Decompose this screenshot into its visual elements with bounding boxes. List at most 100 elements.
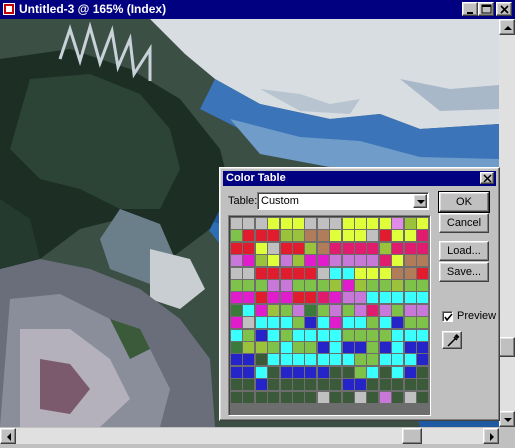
color-swatch[interactable]	[268, 292, 280, 304]
color-swatch[interactable]	[417, 267, 428, 279]
color-swatch[interactable]	[330, 304, 342, 316]
color-swatch[interactable]	[317, 280, 329, 291]
color-swatch[interactable]	[317, 342, 329, 353]
color-swatch[interactable]	[392, 267, 404, 279]
color-swatch[interactable]	[305, 280, 317, 291]
color-swatch[interactable]	[379, 230, 391, 242]
color-swatch[interactable]	[293, 391, 304, 403]
color-swatch[interactable]	[255, 292, 267, 304]
color-swatch[interactable]	[231, 342, 242, 353]
color-swatch[interactable]	[305, 292, 317, 304]
minimize-button[interactable]	[462, 2, 478, 16]
color-swatch[interactable]	[231, 329, 242, 341]
color-swatch[interactable]	[330, 242, 342, 254]
color-swatch[interactable]	[417, 292, 428, 304]
color-swatch[interactable]	[268, 218, 280, 229]
color-swatch[interactable]	[404, 354, 416, 366]
color-swatch[interactable]	[305, 366, 317, 378]
color-swatch[interactable]	[317, 317, 329, 329]
color-swatch[interactable]	[342, 230, 354, 242]
close-button[interactable]	[496, 2, 512, 16]
color-swatch[interactable]	[404, 329, 416, 341]
color-swatch[interactable]	[243, 379, 255, 391]
color-swatch[interactable]	[243, 218, 255, 229]
color-swatch[interactable]	[231, 280, 242, 291]
color-swatch[interactable]	[417, 280, 428, 291]
color-swatch[interactable]	[280, 354, 292, 366]
color-swatch[interactable]	[255, 218, 267, 229]
color-swatch[interactable]	[379, 304, 391, 316]
color-swatch[interactable]	[417, 317, 428, 329]
color-swatch[interactable]	[317, 242, 329, 254]
color-swatch[interactable]	[317, 267, 329, 279]
color-swatch[interactable]	[379, 242, 391, 254]
color-swatch[interactable]	[392, 304, 404, 316]
color-swatch[interactable]	[379, 317, 391, 329]
color-swatch[interactable]	[280, 379, 292, 391]
color-swatch[interactable]	[367, 267, 379, 279]
color-swatch[interactable]	[280, 329, 292, 341]
color-swatch[interactable]	[330, 317, 342, 329]
color-swatch[interactable]	[330, 379, 342, 391]
color-swatch[interactable]	[255, 230, 267, 242]
color-swatch[interactable]	[417, 391, 428, 403]
color-swatch[interactable]	[243, 255, 255, 267]
color-swatch[interactable]	[330, 391, 342, 403]
color-swatch[interactable]	[417, 230, 428, 242]
color-swatch[interactable]	[392, 317, 404, 329]
color-swatch[interactable]	[330, 342, 342, 353]
color-swatch[interactable]	[317, 218, 329, 229]
color-swatch[interactable]	[367, 317, 379, 329]
eyedropper-button[interactable]	[442, 331, 462, 349]
color-swatch[interactable]	[342, 280, 354, 291]
color-swatch[interactable]	[293, 366, 304, 378]
color-swatch[interactable]	[392, 280, 404, 291]
color-swatch[interactable]	[243, 366, 255, 378]
color-swatch[interactable]	[280, 267, 292, 279]
color-swatch[interactable]	[392, 342, 404, 353]
color-swatch[interactable]	[342, 304, 354, 316]
color-swatch[interactable]	[255, 354, 267, 366]
color-swatch[interactable]	[379, 255, 391, 267]
preview-checkbox-box[interactable]	[442, 311, 453, 322]
color-swatch[interactable]	[417, 366, 428, 378]
color-swatch[interactable]	[367, 218, 379, 229]
color-swatch[interactable]	[231, 391, 242, 403]
color-swatch[interactable]	[317, 304, 329, 316]
color-swatch[interactable]	[404, 366, 416, 378]
color-swatch[interactable]	[355, 379, 366, 391]
color-swatch[interactable]	[293, 329, 304, 341]
color-swatch[interactable]	[305, 304, 317, 316]
color-swatch[interactable]	[404, 304, 416, 316]
color-swatch[interactable]	[379, 354, 391, 366]
color-swatch[interactable]	[417, 342, 428, 353]
color-swatch[interactable]	[330, 329, 342, 341]
color-swatch[interactable]	[404, 280, 416, 291]
color-swatch[interactable]	[243, 391, 255, 403]
color-swatch[interactable]	[367, 280, 379, 291]
color-swatch[interactable]	[355, 230, 366, 242]
color-swatch[interactable]	[280, 292, 292, 304]
color-swatch[interactable]	[317, 230, 329, 242]
vertical-scroll-thumb[interactable]	[499, 337, 515, 357]
color-swatch[interactable]	[243, 317, 255, 329]
color-swatch[interactable]	[280, 317, 292, 329]
color-swatch[interactable]	[355, 255, 366, 267]
color-swatch[interactable]	[243, 354, 255, 366]
color-swatch[interactable]	[243, 230, 255, 242]
color-swatch[interactable]	[392, 218, 404, 229]
color-swatch[interactable]	[293, 354, 304, 366]
color-swatch[interactable]	[305, 379, 317, 391]
color-swatch[interactable]	[379, 391, 391, 403]
color-swatch[interactable]	[268, 267, 280, 279]
color-swatch[interactable]	[355, 267, 366, 279]
color-swatch[interactable]	[355, 391, 366, 403]
color-swatch[interactable]	[355, 354, 366, 366]
scroll-down-button[interactable]	[499, 411, 515, 427]
scroll-left-button[interactable]	[0, 428, 16, 444]
color-swatch[interactable]	[255, 366, 267, 378]
color-swatch[interactable]	[305, 354, 317, 366]
ok-button[interactable]: OK	[438, 191, 490, 213]
color-swatch[interactable]	[293, 267, 304, 279]
color-swatch[interactable]	[243, 292, 255, 304]
